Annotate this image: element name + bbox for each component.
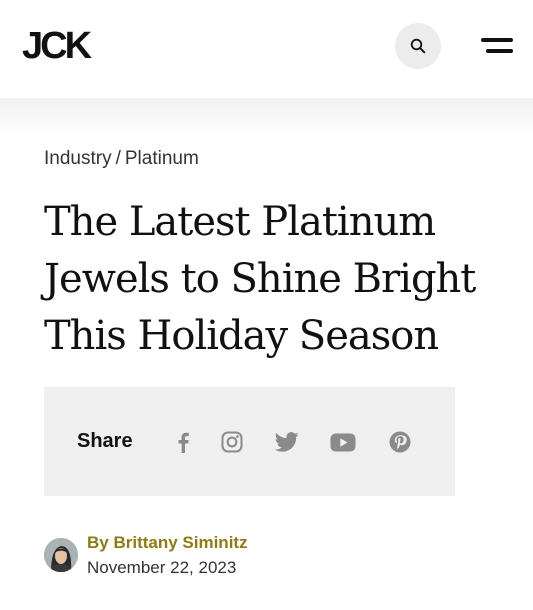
breadcrumb-separator: / xyxy=(115,148,121,169)
youtube-icon xyxy=(330,433,356,451)
site-header: JCK xyxy=(0,0,533,98)
header-shadow xyxy=(0,98,533,138)
search-icon xyxy=(410,38,426,54)
share-youtube-button[interactable] xyxy=(330,430,356,454)
share-label: Share xyxy=(77,430,133,452)
twitter-icon xyxy=(275,432,299,452)
author-name-link[interactable]: By Brittany Siminitz xyxy=(87,532,248,554)
pinterest-icon xyxy=(389,431,411,453)
breadcrumb-link-industry[interactable]: Industry xyxy=(44,148,112,169)
jck-logo[interactable]: JCK xyxy=(22,26,92,66)
author-avatar[interactable] xyxy=(44,538,78,572)
article-title: The Latest Platinum Jewels to Shine Brig… xyxy=(44,194,514,365)
share-instagram-button[interactable] xyxy=(219,430,245,454)
share-twitter-button[interactable] xyxy=(274,430,300,454)
publish-date: November 22, 2023 xyxy=(87,558,237,577)
author-byline: By Brittany Siminitz November 22, 2023 xyxy=(44,530,504,580)
breadcrumb: Industry / Platinum xyxy=(44,146,199,172)
share-bar: Share xyxy=(44,387,455,496)
menu-button[interactable] xyxy=(478,34,516,58)
article-title-line: Jewels to Shine Bright xyxy=(44,256,476,302)
breadcrumb-link-platinum[interactable]: Platinum xyxy=(125,148,199,169)
article-title-line: The Latest Platinum xyxy=(44,199,436,245)
article-title-line: This Holiday Season xyxy=(44,313,439,359)
facebook-icon xyxy=(178,432,189,453)
search-button[interactable] xyxy=(395,23,441,69)
share-facebook-button[interactable] xyxy=(170,430,196,454)
share-pinterest-button[interactable] xyxy=(387,430,413,454)
author-portrait-image xyxy=(44,538,78,572)
article-page: JCK Industry / Platinum The Latest Platinu… xyxy=(0,0,533,610)
hamburger-menu-icon xyxy=(481,38,513,42)
instagram-icon xyxy=(221,431,243,453)
hamburger-menu-icon-bar xyxy=(486,49,513,53)
